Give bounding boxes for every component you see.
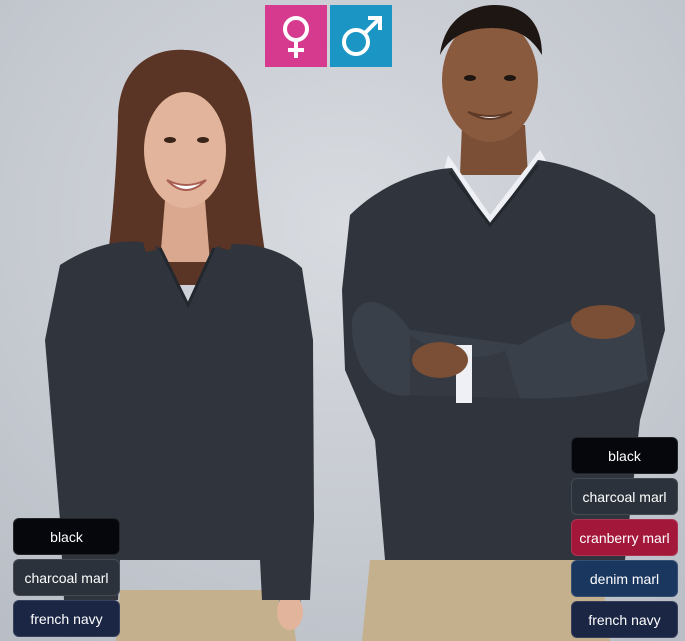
swatch-label: denim marl [589,570,660,587]
swatch-label: french navy [30,610,103,627]
men-swatch-cranberry-marl[interactable]: cranberry marl [571,519,678,556]
men-swatch-charcoal-marl[interactable]: charcoal marl [571,478,678,515]
swatch-label: cranberry marl [579,529,670,546]
men-color-list: black charcoal marl cranberry marl denim ma… [571,437,678,638]
women-color-list: black charcoal marl french navy [13,518,120,637]
male-symbol-icon [330,5,392,67]
product-color-chart: black charcoal marl french navy black charc… [0,0,685,641]
female-badge[interactable] [265,5,327,67]
men-swatch-black[interactable]: black [571,437,678,474]
swatch-label: charcoal marl [24,569,109,586]
women-swatch-french-navy[interactable]: french navy [13,600,120,637]
men-swatch-french-navy[interactable]: french navy [571,601,678,638]
swatch-label: french navy [588,611,661,628]
swatch-label: charcoal marl [582,488,667,505]
male-badge[interactable] [330,5,392,67]
women-swatch-charcoal-marl[interactable]: charcoal marl [13,559,120,596]
female-symbol-icon [265,5,327,67]
women-swatch-black[interactable]: black [13,518,120,555]
swatch-label: black [608,447,641,464]
swatch-label: black [50,528,83,545]
men-swatch-denim-marl[interactable]: denim marl [571,560,678,597]
